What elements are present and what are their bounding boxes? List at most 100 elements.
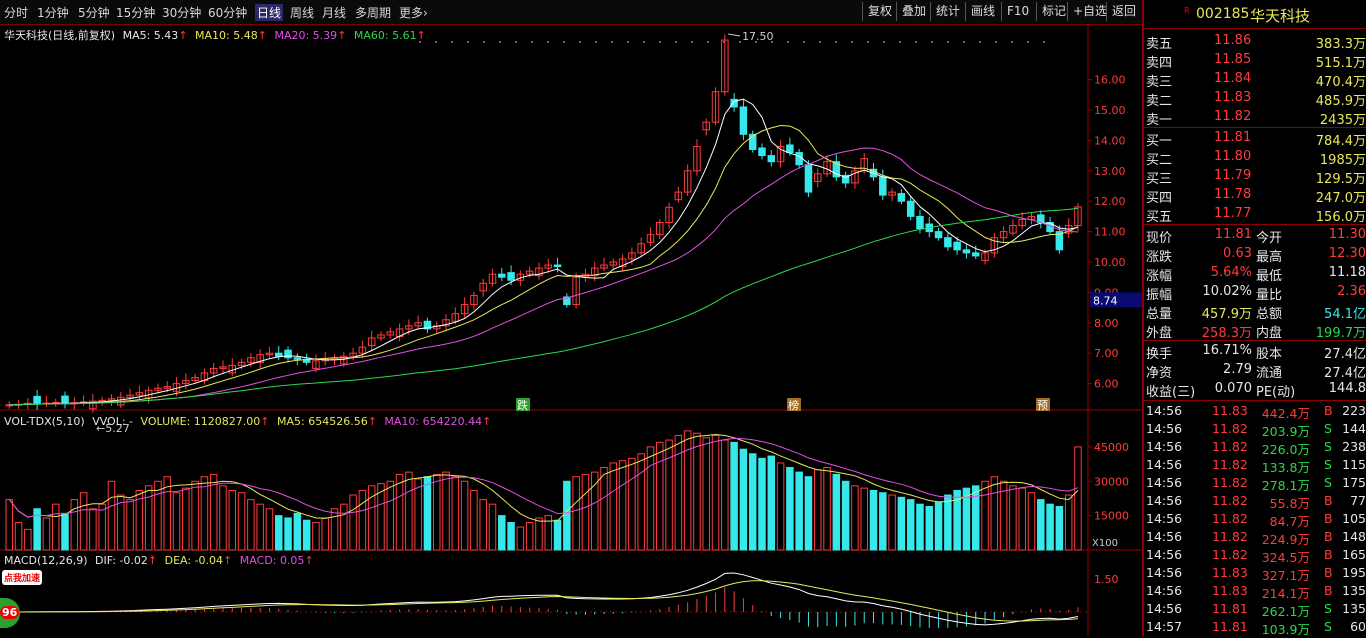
info-value: 144.8: [1328, 381, 1366, 396]
volume-bar: [1046, 503, 1054, 551]
volume-bar: [581, 473, 590, 551]
stat-label: 涨跌: [1146, 250, 1173, 265]
toolbar-button-7[interactable]: 返回: [1106, 2, 1141, 21]
stat-value: 10.02%: [1202, 284, 1252, 299]
stat-row: 外盘 258.3万 内盘 199.7万: [1144, 321, 1366, 341]
tick-side: S: [1324, 475, 1332, 490]
toolbar-button-5[interactable]: 标记: [1036, 2, 1071, 21]
event-dot: [803, 41, 805, 43]
stat-value: 54.1亿: [1324, 307, 1366, 322]
ask-row: 卖一 11.82 2435万: [1144, 108, 1366, 128]
volume-bar: [590, 471, 599, 551]
period-tab-10[interactable]: 更多›: [399, 4, 428, 21]
ask-label: 卖一: [1146, 113, 1173, 128]
candle-body: [739, 106, 748, 135]
volume-bar: [247, 499, 255, 551]
ask-price: 11.83: [1214, 90, 1252, 105]
period-tab-1[interactable]: 1分钟: [37, 4, 69, 21]
ma20-line: [9, 147, 1079, 406]
event-dot: [563, 41, 565, 43]
info-value: 2.79: [1223, 362, 1252, 377]
toolbar-button-4[interactable]: F10: [1001, 2, 1034, 21]
stat-label: 外盘: [1146, 326, 1173, 341]
toolbar-button-3[interactable]: 画线: [965, 2, 1000, 21]
tick-row: 14:56 11.82 133.8万 S 115: [1144, 456, 1366, 475]
volume-bar: [89, 508, 97, 551]
period-tab-8[interactable]: 月线: [322, 4, 346, 21]
candle-body: [98, 399, 106, 402]
toolbar-button-1[interactable]: 叠加: [896, 2, 931, 21]
stat-value: 457.9万: [1201, 307, 1252, 322]
volume-bar: [5, 499, 14, 551]
volume-bar: [200, 476, 209, 551]
tick-side: S: [1324, 619, 1332, 634]
vol-tick-label: 15000: [1094, 510, 1129, 523]
stat-row: 现价 11.81 今开 11.30: [1144, 226, 1366, 246]
stock-name: 华天科技: [1250, 7, 1311, 25]
macd-tick-label: 1.50: [1094, 573, 1119, 586]
stat-label: 现价: [1146, 231, 1173, 246]
period-tab-3[interactable]: 15分钟: [116, 4, 155, 21]
event-dot: [515, 41, 517, 43]
vol-ma5-value: MA5: 654526.56: [276, 415, 368, 428]
stat-label: 内盘: [1256, 326, 1283, 341]
period-tab-5[interactable]: 60分钟: [208, 4, 247, 21]
bid-row: 买三 11.79 129.5万: [1144, 167, 1366, 187]
ask-label: 卖三: [1146, 75, 1173, 90]
tick-side: B: [1324, 547, 1333, 562]
tick-row: 14:56 11.83 327.1万 B 195: [1144, 564, 1366, 583]
volume-bar: [646, 446, 655, 551]
tick-row: 14:56 11.82 224.9万 B 148: [1144, 528, 1366, 547]
period-tab-7[interactable]: 周线: [290, 4, 314, 21]
volume-bar: [637, 453, 645, 551]
event-dot: [867, 41, 869, 43]
stat-label: 最高: [1256, 250, 1283, 265]
volume-bar: [98, 503, 106, 551]
candle-body: [916, 215, 924, 230]
period-tab-4[interactable]: 30分钟: [162, 4, 201, 21]
ask-volume: 515.1万: [1315, 56, 1366, 71]
volume-bar: [488, 503, 497, 551]
event-dot: [643, 41, 645, 43]
bid-volume: 784.4万: [1315, 134, 1366, 149]
candle-body: [1037, 214, 1045, 223]
stat-label: 振幅: [1146, 288, 1173, 303]
vol-ma10-value: MA10: 654220.44: [384, 415, 483, 428]
promo-badge[interactable]: 点我加速 96: [0, 570, 48, 636]
bid-volume: 156.0万: [1315, 210, 1366, 225]
stat-value: 11.30: [1328, 227, 1366, 242]
info-row: 收益(三) 0.070 PE(动) 144.8: [1144, 380, 1366, 400]
main-legend: 华天科技(日线,前复权) MA5: 5.43↑ MA10: 5.48↑ MA20…: [4, 29, 426, 42]
price-marker: 8.74: [1093, 294, 1118, 307]
stat-label: 量比: [1256, 288, 1283, 303]
volume-bar: [609, 462, 618, 551]
tick-side: S: [1324, 421, 1332, 436]
volume-bar: [386, 480, 395, 551]
volume-bar: [758, 457, 766, 551]
ask-label: 卖四: [1146, 56, 1173, 71]
bid-price: 11.81: [1214, 130, 1252, 145]
volume-bar: [256, 503, 264, 551]
volume-bar: [1018, 487, 1026, 551]
info-value: 16.71%: [1202, 343, 1252, 358]
period-tab-6[interactable]: 日线: [255, 4, 284, 21]
tick-time: 14:56: [1146, 439, 1183, 454]
kline-chart[interactable]: 16.0015.0014.0013.0012.0011.0010.009.008…: [0, 24, 1142, 636]
period-tab-0[interactable]: 分时: [4, 4, 28, 21]
stat-row: 振幅 10.02% 量比 2.36: [1144, 283, 1366, 303]
price-tick-label: 12.00: [1094, 195, 1126, 208]
period-tab-2[interactable]: 5分钟: [78, 4, 110, 21]
toolbar-button-0[interactable]: 复权: [862, 2, 897, 21]
info-label: 流通: [1256, 366, 1283, 381]
toolbar-button-2[interactable]: 统计: [930, 2, 965, 21]
period-tab-9[interactable]: 多周期: [355, 4, 391, 21]
volume-bar: [293, 512, 302, 551]
tick-count: 60: [1350, 619, 1366, 634]
volume-bar: [275, 515, 283, 551]
macd-indicator-name: MACD(12,26,9): [4, 554, 88, 567]
candle-body: [897, 193, 906, 202]
stat-value: 258.3万: [1201, 326, 1252, 341]
volume-bar: [237, 492, 246, 551]
info-label: 收益(三): [1146, 385, 1196, 400]
volume-bar: [776, 462, 785, 551]
